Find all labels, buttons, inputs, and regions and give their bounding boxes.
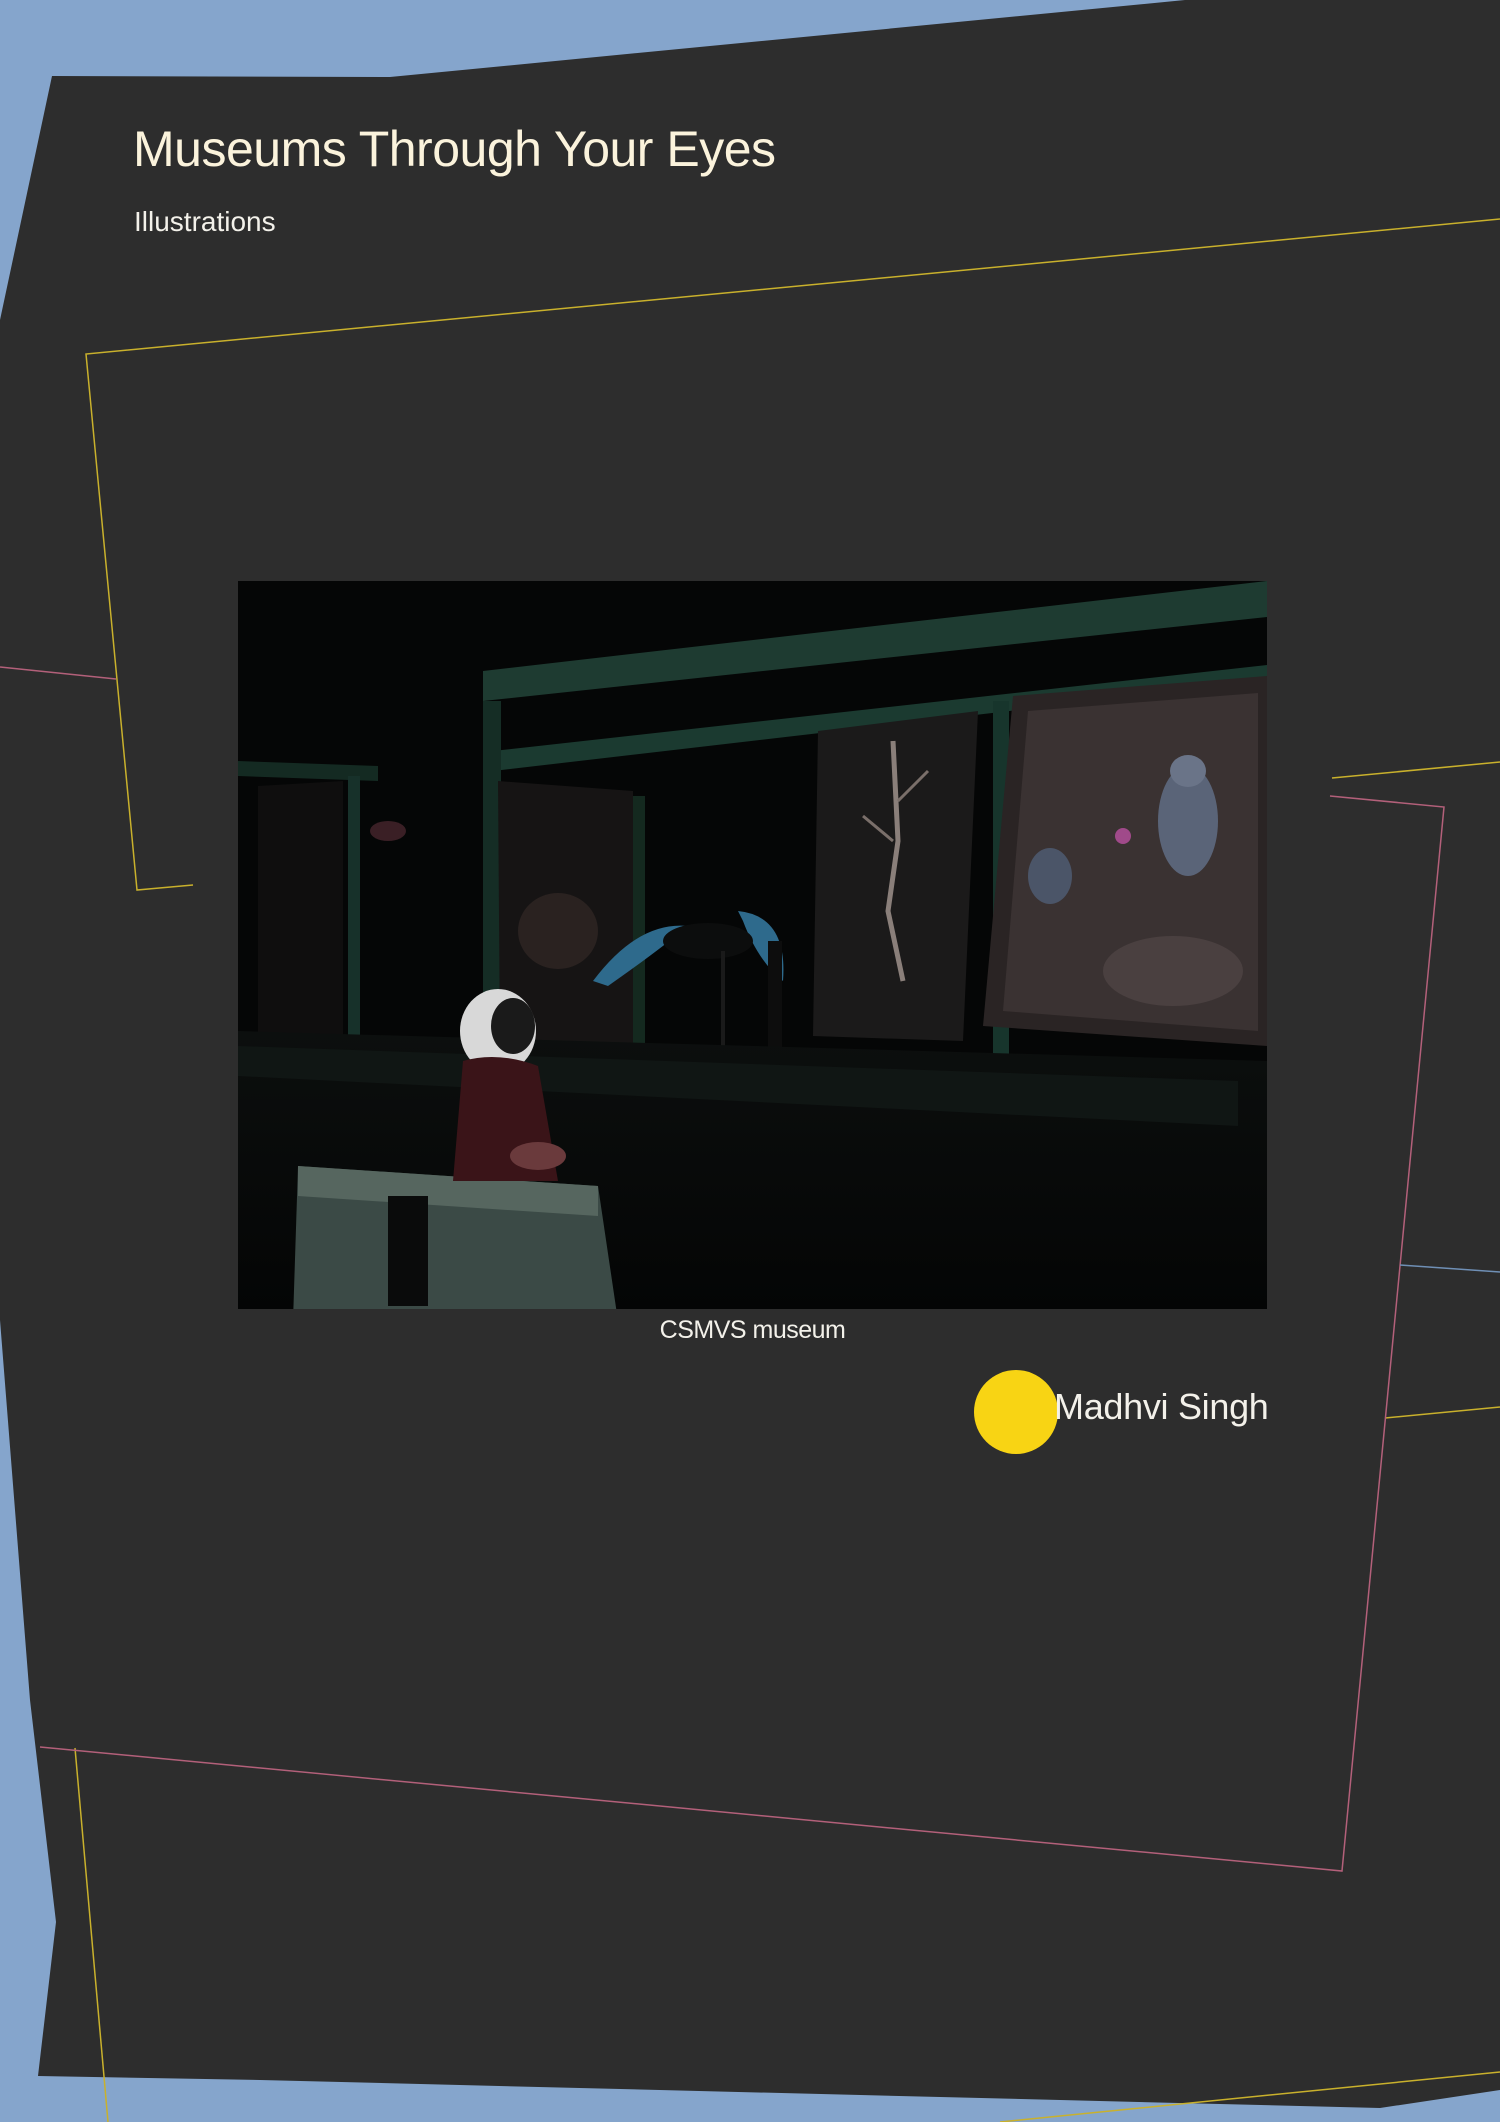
author-name: Madhvi Singh (1054, 1386, 1269, 1427)
page-subtitle: Illustrations (134, 206, 276, 237)
page: Museums Through Your Eyes Illustrations (0, 0, 1500, 2122)
author-dot-icon (974, 1370, 1058, 1454)
page-title: Museums Through Your Eyes (133, 121, 776, 177)
illustration-icon (238, 581, 1267, 1309)
figure-caption: CSMVS museum (659, 1316, 846, 1344)
museum-gallery-illustration (238, 581, 1267, 1309)
